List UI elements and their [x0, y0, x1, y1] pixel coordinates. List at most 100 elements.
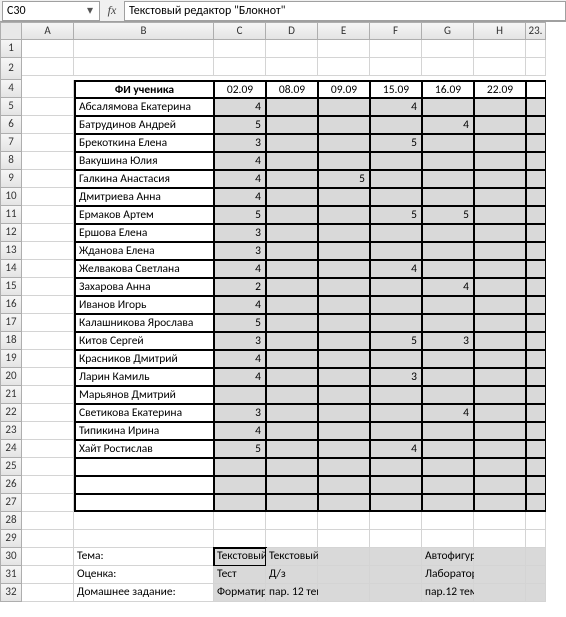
grade-cell[interactable] [422, 224, 474, 242]
student-name[interactable]: Иванов Игорь [74, 296, 214, 314]
row-header[interactable]: 2 [0, 58, 22, 80]
grade-cell[interactable]: 3 [214, 224, 266, 242]
cell[interactable] [370, 512, 422, 530]
column-header[interactable]: 23. [526, 22, 546, 40]
grade-cell[interactable] [318, 224, 370, 242]
grade-cell[interactable] [526, 278, 546, 296]
cell[interactable] [22, 98, 74, 116]
grade-cell[interactable] [370, 314, 422, 332]
student-name[interactable]: Ларин Камиль [74, 368, 214, 386]
cell[interactable] [22, 584, 74, 602]
column-header[interactable]: B [74, 22, 214, 40]
cell[interactable] [22, 404, 74, 422]
student-name[interactable]: Желвакова Светлана [74, 260, 214, 278]
cell[interactable] [318, 584, 370, 602]
cell[interactable] [526, 584, 546, 602]
row-header[interactable]: 13 [0, 242, 22, 260]
cell[interactable] [22, 58, 74, 76]
cells-area[interactable]: ФИ ученика02.0908.0909.0915.0916.0922.09… [22, 40, 546, 602]
grade-cell[interactable] [422, 368, 474, 386]
student-name[interactable]: Захарова Анна [74, 278, 214, 296]
grade-cell[interactable]: 4 [370, 260, 422, 278]
grade-cell[interactable] [318, 152, 370, 170]
row-header[interactable]: 27 [0, 494, 22, 512]
grade-cell[interactable]: 3 [422, 332, 474, 350]
grade-cell[interactable] [318, 404, 370, 422]
grade-cell[interactable] [526, 422, 546, 440]
row-header[interactable]: 19 [0, 350, 22, 368]
grade-cell[interactable] [422, 242, 474, 260]
grade-cell[interactable] [422, 98, 474, 116]
cell[interactable] [474, 548, 526, 566]
student-name[interactable]: Брекоткина Елена [74, 134, 214, 152]
row-header[interactable]: 28 [0, 512, 22, 530]
grade-cell[interactable]: 5 [370, 206, 422, 224]
grade-cell[interactable] [318, 494, 370, 512]
row-header[interactable]: 10 [0, 188, 22, 206]
cell[interactable] [422, 530, 474, 548]
grade-cell[interactable] [370, 494, 422, 512]
grade-cell[interactable] [318, 242, 370, 260]
row-header[interactable]: 12 [0, 224, 22, 242]
cell[interactable] [22, 512, 74, 530]
grade-cell[interactable] [318, 278, 370, 296]
student-name[interactable]: Вакушина Юлия [74, 152, 214, 170]
grade-cell[interactable] [266, 188, 318, 206]
column-header[interactable]: C [214, 22, 266, 40]
grade-cell[interactable] [370, 224, 422, 242]
column-header[interactable]: G [422, 22, 474, 40]
grade-cell[interactable] [370, 278, 422, 296]
grade-cell[interactable] [266, 476, 318, 494]
cell[interactable] [474, 566, 526, 584]
topic-value[interactable]: Текстовый процессор Word [266, 548, 318, 566]
cell[interactable] [318, 58, 370, 76]
grade-cell[interactable] [318, 134, 370, 152]
grade-cell[interactable] [474, 242, 526, 260]
cell[interactable] [74, 58, 214, 76]
cell[interactable] [22, 152, 74, 170]
cell[interactable] [474, 584, 526, 602]
grade-cell[interactable] [266, 440, 318, 458]
grade-cell[interactable]: 3 [214, 134, 266, 152]
grade-cell[interactable] [318, 476, 370, 494]
grade-cell[interactable] [266, 350, 318, 368]
cell[interactable] [318, 566, 370, 584]
cell[interactable] [22, 188, 74, 206]
row-header[interactable]: 8 [0, 152, 22, 170]
grade-cell[interactable] [474, 206, 526, 224]
grade-cell[interactable] [422, 170, 474, 188]
spreadsheet-grid[interactable]: ABCDEFGH23. 1245678910111213141516171819… [0, 22, 566, 617]
grade-cell[interactable] [526, 458, 546, 476]
homework-value[interactable]: пар. 12 тема 2 [266, 584, 318, 602]
row-header[interactable]: 4 [0, 80, 22, 98]
row-header[interactable]: 9 [0, 170, 22, 188]
grade-cell[interactable] [214, 494, 266, 512]
student-name[interactable]: Галкина Анастасия [74, 170, 214, 188]
cell[interactable] [370, 58, 422, 76]
student-name[interactable]: Дмитриева Анна [74, 188, 214, 206]
cell[interactable] [526, 58, 546, 76]
grade-cell[interactable]: 2 [214, 278, 266, 296]
grade-value[interactable]: Лабораторное занятие [422, 566, 474, 584]
row-header[interactable]: 1 [0, 40, 22, 58]
student-name[interactable]: Типикина Ирина [74, 422, 214, 440]
grade-cell[interactable] [474, 260, 526, 278]
grade-cell[interactable] [318, 350, 370, 368]
row-header[interactable]: 23 [0, 422, 22, 440]
grade-cell[interactable] [474, 296, 526, 314]
grade-cell[interactable]: 4 [214, 152, 266, 170]
chevron-down-icon[interactable]: ▾ [85, 3, 95, 18]
cell[interactable] [22, 476, 74, 494]
grade-cell[interactable]: 5 [214, 440, 266, 458]
grade-cell[interactable] [266, 206, 318, 224]
grade-value[interactable]: Д/з [266, 566, 318, 584]
cell[interactable] [370, 530, 422, 548]
cell[interactable] [74, 530, 214, 548]
grade-cell[interactable] [266, 368, 318, 386]
grade-cell[interactable] [214, 458, 266, 476]
grade-cell[interactable] [318, 386, 370, 404]
grade-cell[interactable] [266, 314, 318, 332]
cell[interactable] [22, 40, 74, 58]
grade-cell[interactable] [214, 386, 266, 404]
grade-cell[interactable] [422, 260, 474, 278]
